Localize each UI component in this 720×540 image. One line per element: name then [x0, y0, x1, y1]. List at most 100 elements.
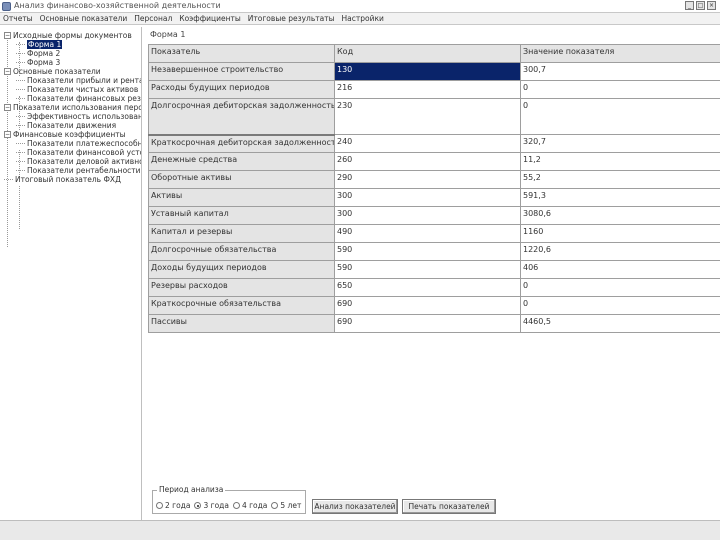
indicator-value-cell[interactable]: 0 [520, 80, 720, 99]
indicator-name-cell[interactable]: Активы [148, 188, 335, 207]
tree-item-final-indicator[interactable]: Итоговый показатель ФХД [4, 175, 121, 184]
indicator-name-cell[interactable]: Доходы будущих периодов [148, 260, 335, 279]
table-row[interactable]: Краткосрочные обязательства 690 0 [148, 296, 720, 315]
tree-item-main-indicators[interactable]: − Основные показатели [4, 67, 101, 76]
tree-item-profit-profitability[interactable]: Показатели прибыли и рентабельности [16, 76, 141, 85]
indicator-code-cell[interactable]: 690 [334, 296, 521, 315]
indicator-value-cell[interactable]: 1220,6 [520, 242, 720, 261]
indicator-code-cell[interactable]: 650 [334, 278, 521, 297]
indicator-value-cell[interactable]: 0 [520, 278, 720, 297]
indicator-code-cell[interactable]: 490 [334, 224, 521, 243]
indicator-name-cell[interactable]: Долгосрочные обязательства [148, 242, 335, 261]
tree-item-form-3[interactable]: Форма 3 [16, 58, 60, 67]
tree-item-financial-stability[interactable]: Показатели финансовой устойчивости [16, 148, 141, 157]
indicator-name-cell[interactable]: Долгосрочная дебиторская задолженность [148, 98, 335, 136]
tree-item-form-2[interactable]: Форма 2 [16, 49, 60, 58]
tree-item-usage-efficiency[interactable]: Эффективность использования [16, 112, 141, 121]
period-4-years-radio[interactable]: 4 года [232, 501, 267, 510]
collapse-toggle-icon[interactable]: − [4, 131, 11, 138]
indicator-code-cell[interactable]: 590 [334, 260, 521, 279]
indicator-value-cell[interactable]: 4460,5 [520, 314, 720, 333]
menu-main-indicators[interactable]: Основные показатели [37, 13, 132, 24]
table-row[interactable]: Доходы будущих периодов 590 406 [148, 260, 720, 279]
table-row[interactable]: Долгосрочные обязательства 590 1220,6 [148, 242, 720, 261]
indicator-code-cell[interactable]: 690 [334, 314, 521, 333]
indicator-code-cell[interactable]: 590 [334, 242, 521, 261]
indicator-code-cell[interactable]: 130 [334, 62, 521, 81]
indicator-value-cell[interactable]: 300,7 [520, 62, 720, 81]
indicator-code-cell[interactable]: 290 [334, 170, 521, 189]
radio-circle-icon[interactable] [156, 502, 163, 509]
print-button[interactable]: Печать показателей [402, 499, 496, 514]
indicator-code-cell[interactable]: 260 [334, 152, 521, 171]
tree-item-net-assets[interactable]: Показатели чистых активов [16, 85, 138, 94]
indicator-value-cell[interactable]: 1160 [520, 224, 720, 243]
radio-circle-icon[interactable] [271, 502, 279, 509]
column-header-indicator[interactable]: Показатель [148, 44, 335, 63]
indicator-name-cell[interactable]: Расходы будущих периодов [148, 80, 335, 99]
table-row[interactable]: Незавершенное строительство 130 300,7 [148, 62, 720, 81]
tree-item-profitability[interactable]: Показатели рентабельности [16, 166, 141, 175]
table-row[interactable]: Капитал и резервы 490 1160 [148, 224, 720, 243]
indicator-value-cell[interactable]: 406 [520, 260, 720, 279]
tree-item-financial-results[interactable]: Показатели финансовых результатов [16, 94, 141, 103]
indicator-name-cell[interactable]: Резервы расходов [148, 278, 335, 297]
menu-reports[interactable]: Отчеты [0, 13, 37, 24]
tree-connector [4, 179, 13, 180]
indicator-name-cell[interactable]: Незавершенное строительство [148, 62, 335, 81]
table-row[interactable]: Активы 300 591,3 [148, 188, 720, 207]
table-row[interactable]: Расходы будущих периодов 216 0 [148, 80, 720, 99]
indicator-name-cell[interactable]: Пассивы [148, 314, 335, 333]
table-row[interactable]: Долгосрочная дебиторская задолженность 23… [148, 98, 720, 136]
collapse-toggle-icon[interactable]: − [4, 32, 11, 39]
tree-item-source-forms[interactable]: − Исходные формы документов [4, 31, 132, 40]
indicator-name-cell[interactable]: Денежные средства [148, 152, 335, 171]
indicator-code-cell[interactable]: 230 [334, 98, 521, 135]
indicator-value-cell[interactable]: 3080,6 [520, 206, 720, 225]
indicator-name-cell[interactable]: Уставный капитал [148, 206, 335, 225]
indicator-code-cell[interactable]: 216 [334, 80, 521, 99]
menu-coefficients[interactable]: Коэффициенты [176, 13, 245, 24]
indicator-value-cell[interactable]: 0 [520, 98, 720, 135]
table-row[interactable]: Пассивы 690 4460,5 [148, 314, 720, 333]
table-row[interactable]: Денежные средства 260 11,2 [148, 152, 720, 171]
table-row[interactable]: Оборотные активы 290 55,2 [148, 170, 720, 189]
indicator-code-cell[interactable]: 300 [334, 188, 521, 207]
table-row[interactable]: Резервы расходов 650 0 [148, 278, 720, 297]
indicator-value-cell[interactable]: 55,2 [520, 170, 720, 189]
tree-item-form-1[interactable]: Форма 1 [16, 40, 63, 49]
period-2-years-radio[interactable]: 2 года [156, 501, 190, 510]
analyze-button[interactable]: Анализ показателей [312, 499, 398, 514]
indicator-code-cell[interactable]: 300 [334, 206, 521, 225]
tree-item-business-activity[interactable]: Показатели деловой активности [16, 157, 141, 166]
indicator-value-cell[interactable]: 11,2 [520, 152, 720, 171]
menu-results[interactable]: Итоговые результаты [245, 13, 339, 24]
collapse-toggle-icon[interactable]: − [4, 68, 11, 75]
tree-item-movement-indicators[interactable]: Показатели движения [16, 121, 116, 130]
radio-circle-icon[interactable] [194, 502, 202, 509]
maximize-button[interactable]: □ [696, 1, 705, 10]
period-3-years-radio[interactable]: 3 года [194, 501, 229, 510]
radio-circle-icon[interactable] [232, 502, 240, 509]
indicator-name-cell[interactable]: Краткосрочные обязательства [148, 296, 335, 315]
collapse-toggle-icon[interactable]: − [4, 104, 11, 111]
menu-settings[interactable]: Настройки [339, 13, 388, 24]
indicator-name-cell[interactable]: Капитал и резервы [148, 224, 335, 243]
tree-item-solvency[interactable]: Показатели платежеспособности [16, 139, 141, 148]
indicator-value-cell[interactable]: 320,7 [520, 134, 720, 153]
close-button[interactable]: × [707, 1, 716, 10]
menu-personnel[interactable]: Персонал [131, 13, 176, 24]
indicator-name-cell[interactable]: Краткосрочная дебиторская задолженность [148, 134, 335, 153]
indicator-name-cell[interactable]: Оборотные активы [148, 170, 335, 189]
indicator-value-cell[interactable]: 0 [520, 296, 720, 315]
period-5-years-radio[interactable]: 5 лет [271, 501, 301, 510]
indicator-value-cell[interactable]: 591,3 [520, 188, 720, 207]
indicator-code-cell[interactable]: 240 [334, 134, 521, 153]
minimize-button[interactable]: _ [685, 1, 694, 10]
table-row[interactable]: Краткосрочная дебиторская задолженность 2… [148, 134, 720, 153]
table-row[interactable]: Уставный капитал 300 3080,6 [148, 206, 720, 225]
tree-item-personnel-usage[interactable]: −Показатели использования персонала [4, 103, 141, 112]
column-header-value[interactable]: Значение показателя [520, 44, 720, 63]
column-header-code[interactable]: Код [334, 44, 521, 63]
tree-item-financial-coefficients[interactable]: − Финансовые коэффициенты [4, 130, 126, 139]
